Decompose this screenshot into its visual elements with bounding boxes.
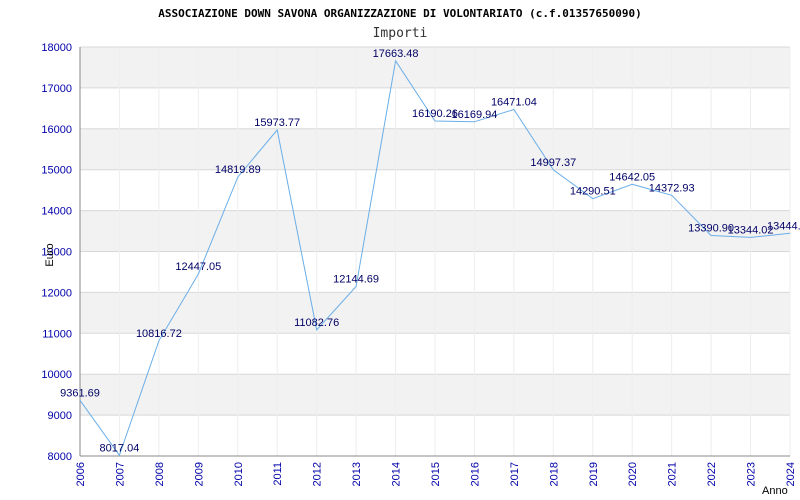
chart-subtitle: Importi [373,26,428,41]
data-label: 11082.76 [294,317,339,329]
data-label: 12447.05 [175,261,221,273]
x-tick-label: 2023 [746,462,758,486]
x-tick-label: 2013 [351,462,363,486]
x-tick-label: 2019 [588,462,600,486]
data-label: 17663.48 [373,48,419,60]
data-label: 16471.04 [491,97,537,109]
data-label: 13444.00 [767,220,800,232]
y-tick-label: 17000 [41,83,72,95]
x-tick-label: 2007 [114,462,126,486]
y-tick-label: 18000 [41,42,72,54]
data-label: 16169.94 [451,109,497,121]
data-label: 14372.93 [649,182,695,194]
x-tick-label: 2015 [430,462,442,486]
data-label: 12144.69 [333,273,379,285]
data-label: 10816.72 [136,328,182,340]
x-tick-labels: 2006 2007 2008 2009 2010 2011 2012 2013 2014 2015… [75,462,797,486]
data-label: 8017.04 [100,442,140,454]
x-tick-label: 2022 [706,462,718,486]
data-label: 14290.51 [570,186,616,198]
y-tick-label: 11000 [42,328,72,340]
y-tick-label: 14000 [41,206,72,218]
y-axis-label: Euro [44,243,56,266]
x-axis-label: Anno [762,485,788,497]
x-tick-label: 2020 [627,462,639,486]
y-tick-label: 10000 [41,369,72,381]
x-tick-label: 2021 [667,462,679,486]
chart-title: ASSOCIAZIONE DOWN SAVONA ORGANIZZAZIONE … [158,7,641,20]
y-tick-label: 9000 [48,410,72,422]
x-tick-label: 2011 [272,462,284,486]
x-tick-label: 2024 [785,462,797,486]
chart: 8000900010000110001200013000140001500016… [41,7,800,497]
data-label: 15973.77 [254,117,300,129]
y-tick-label: 15000 [41,165,72,177]
x-tick-label: 2006 [75,462,87,486]
x-tick-label: 2010 [233,462,245,486]
y-tick-label: 8000 [48,451,72,463]
x-tick-label: 2017 [509,462,521,486]
x-tick-label: 2008 [154,462,166,486]
data-label: 14819.89 [215,164,261,176]
x-tick-label: 2016 [469,462,481,486]
x-tick-label: 2012 [312,462,324,486]
x-tick-label: 2018 [548,462,560,486]
data-label: 14997.37 [530,157,576,169]
y-tick-label: 16000 [41,124,72,136]
x-tick-label: 2014 [391,462,403,486]
y-tick-label: 12000 [41,287,72,299]
data-label: 9361.69 [60,387,100,399]
x-tick-label: 2009 [193,462,205,486]
